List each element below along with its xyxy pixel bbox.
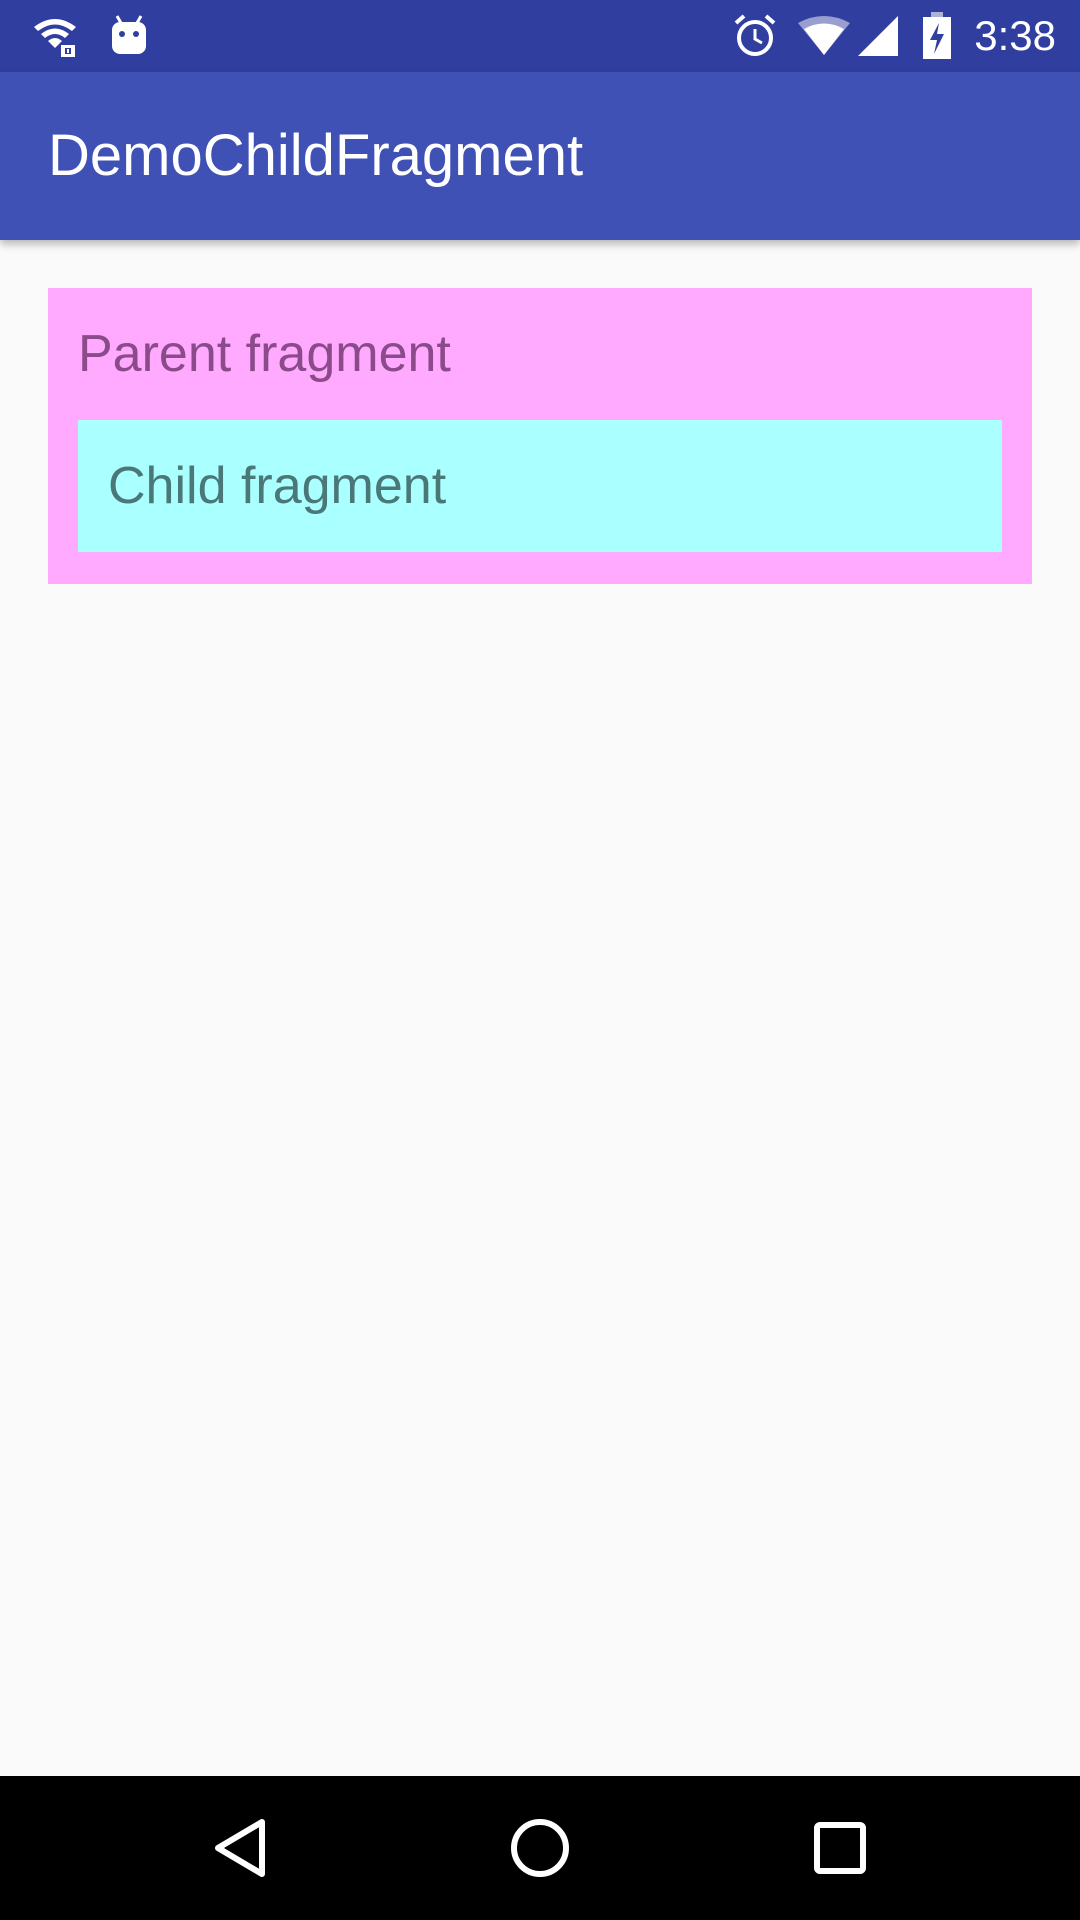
- recents-icon: [814, 1822, 866, 1874]
- home-icon: [511, 1819, 569, 1877]
- cell-signal-icon: [856, 12, 900, 60]
- status-bar: 3:38: [0, 0, 1080, 72]
- home-button[interactable]: [468, 1776, 612, 1920]
- app-title: DemoChildFragment: [48, 123, 584, 188]
- parent-fragment: Parent fragment Child fragment: [48, 288, 1032, 584]
- child-fragment: Child fragment: [78, 420, 1002, 552]
- screen: 3:38 DemoChildFragment Parent fragment C…: [0, 0, 1080, 1920]
- child-fragment-label: Child fragment: [108, 457, 447, 515]
- back-button[interactable]: [168, 1776, 312, 1920]
- android-debug-icon: [104, 12, 154, 60]
- app-bar: DemoChildFragment: [0, 72, 1080, 240]
- navigation-bar: [0, 1776, 1080, 1920]
- wifi-signal-icon: [796, 12, 852, 60]
- alarm-icon: [730, 12, 780, 60]
- parent-fragment-label: Parent fragment: [78, 325, 451, 383]
- wifi-lock-icon: [30, 12, 80, 60]
- recents-button[interactable]: [768, 1776, 912, 1920]
- back-icon: [215, 1819, 265, 1877]
- status-time: 3:38: [974, 12, 1056, 59]
- battery-charging-icon: [920, 12, 954, 60]
